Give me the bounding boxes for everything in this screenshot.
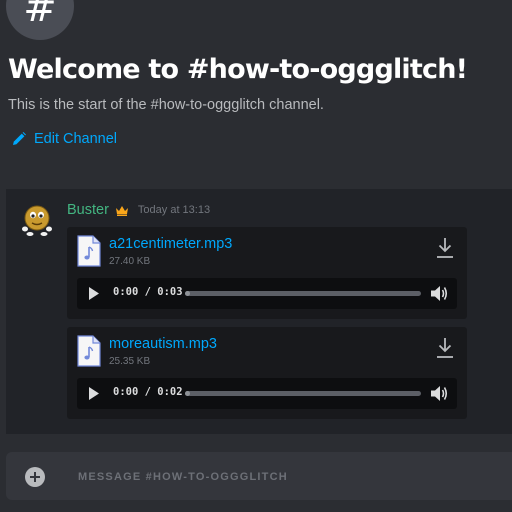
audio-file-icon xyxy=(77,335,101,367)
play-icon[interactable] xyxy=(87,386,101,401)
channel-start-text: This is the start of the #how-to-oggglit… xyxy=(8,97,324,113)
message-group: Buster Today at 13:13 a21centimeter.mp3 … xyxy=(6,189,512,434)
message-header: Buster Today at 13:13 xyxy=(67,202,210,218)
audio-time: 0:00 / 0:02 xyxy=(113,386,183,398)
audio-progress-bar[interactable] xyxy=(185,391,421,396)
audio-player: 0:00 / 0:02 xyxy=(77,378,457,409)
file-size: 27.40 KB xyxy=(109,256,151,267)
audio-attachment: a21centimeter.mp3 27.40 KB 0:00 / 0:03 xyxy=(67,227,467,319)
download-icon[interactable] xyxy=(435,237,455,259)
file-name-link[interactable]: moreautism.mp3 xyxy=(109,336,217,352)
chat-view: # Welcome to #how-to-oggglitch! This is … xyxy=(0,0,512,512)
channel-welcome-title: Welcome to #how-to-oggglitch! xyxy=(8,54,468,85)
file-name-link[interactable]: a21centimeter.mp3 xyxy=(109,236,232,252)
crown-icon xyxy=(115,205,128,216)
edit-channel-button[interactable]: Edit Channel xyxy=(12,131,117,147)
pencil-icon xyxy=(13,132,26,145)
message-timestamp: Today at 13:13 xyxy=(137,204,211,216)
audio-attachment: moreautism.mp3 25.35 KB 0:00 / 0:02 xyxy=(67,327,467,419)
audio-file-icon xyxy=(77,235,101,267)
audio-progress-fill xyxy=(185,391,190,396)
audio-time: 0:00 / 0:03 xyxy=(113,286,183,298)
avatar[interactable] xyxy=(20,203,54,237)
author-name[interactable]: Buster xyxy=(67,202,109,218)
file-size: 25.35 KB xyxy=(109,356,151,367)
volume-icon[interactable] xyxy=(429,284,449,303)
message-input[interactable] xyxy=(78,466,498,488)
channel-hash-icon: # xyxy=(6,0,74,40)
edit-channel-label: Edit Channel xyxy=(34,131,118,147)
download-icon[interactable] xyxy=(435,337,455,359)
volume-icon[interactable] xyxy=(429,384,449,403)
plus-circle-icon[interactable] xyxy=(25,467,45,487)
play-icon[interactable] xyxy=(87,286,101,301)
audio-progress-bar[interactable] xyxy=(185,291,421,296)
message-composer xyxy=(6,452,512,500)
channel-hash-symbol: # xyxy=(23,0,57,31)
audio-player: 0:00 / 0:03 xyxy=(77,278,457,309)
audio-progress-fill xyxy=(185,291,190,296)
